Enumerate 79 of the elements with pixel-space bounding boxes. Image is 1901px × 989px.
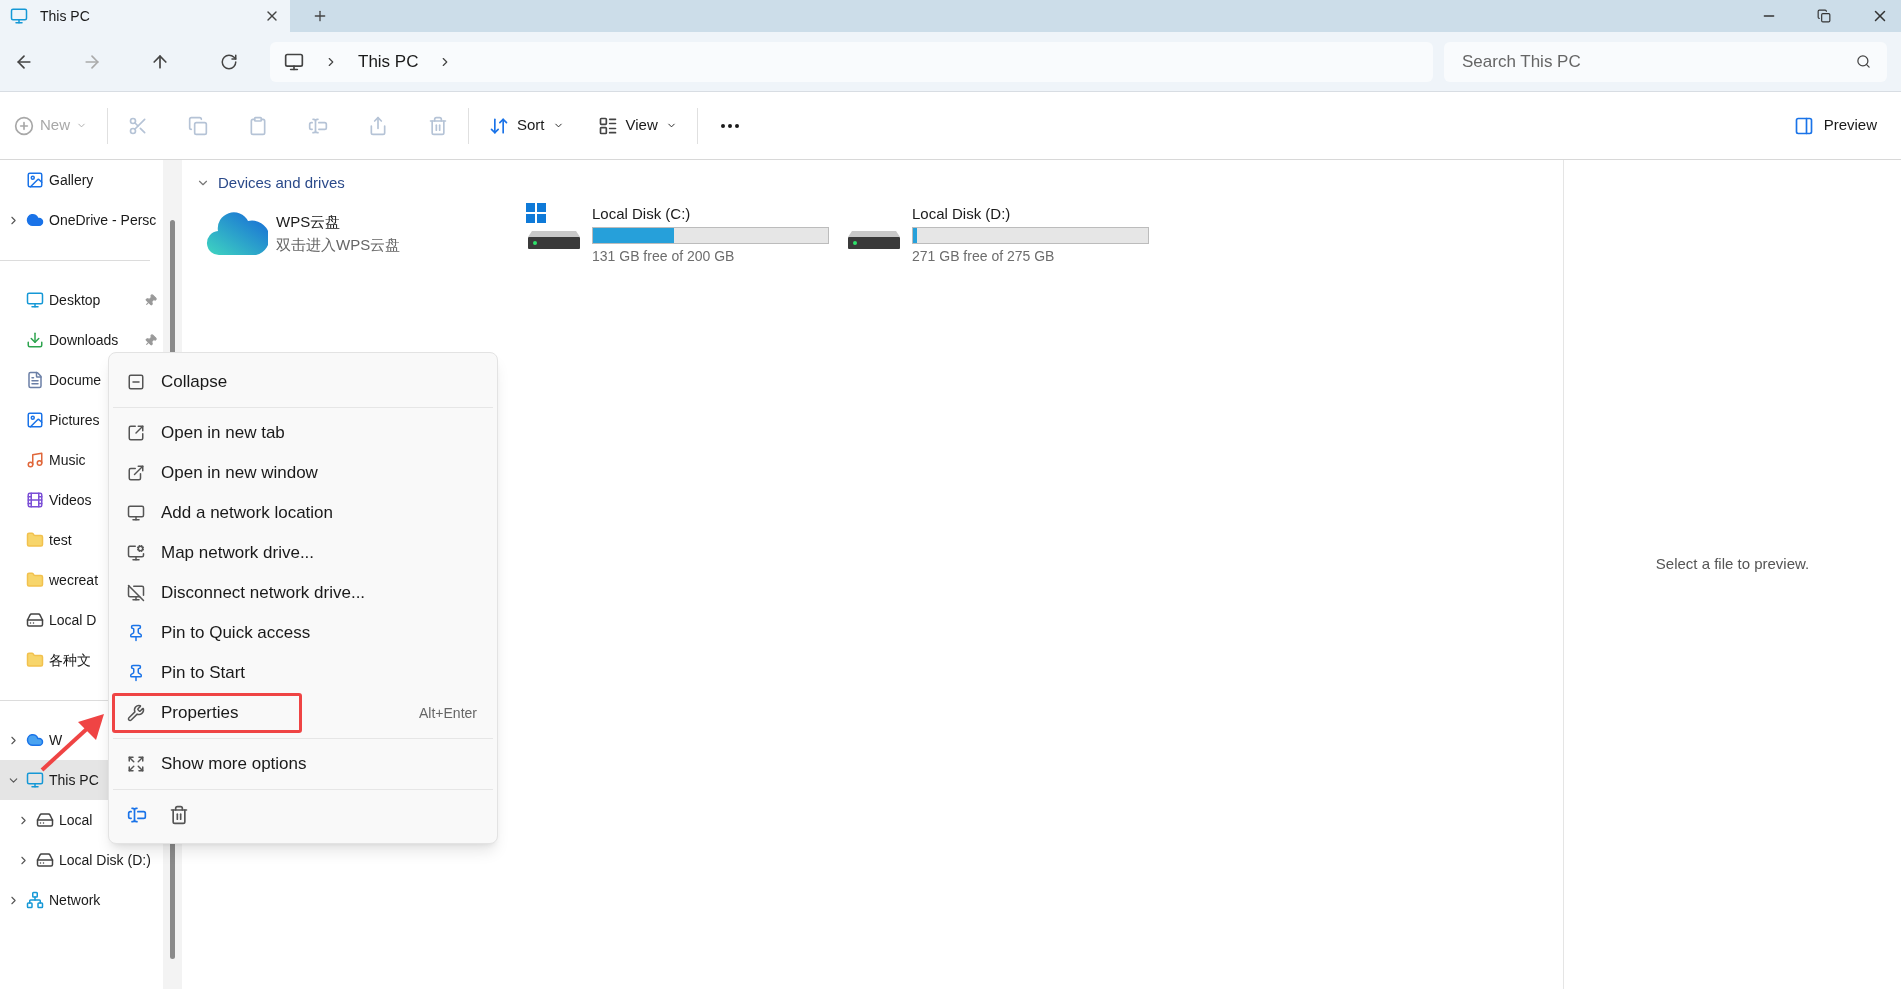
- sidebar-label: OneDrive - Persc: [49, 210, 157, 230]
- plus-icon: [14, 115, 34, 136]
- new-window-icon: [127, 464, 145, 482]
- cloud-logo: [206, 210, 268, 257]
- preview-message: Select a file to preview.: [1655, 554, 1810, 575]
- computer-icon: [26, 771, 44, 789]
- sidebar-item[interactable]: OneDrive - Persc: [0, 200, 163, 240]
- folder-icon: [26, 571, 44, 589]
- computer-icon: [10, 7, 28, 25]
- view-button[interactable]: View: [597, 114, 677, 137]
- tab-title: This PC: [40, 6, 91, 26]
- pin-icon: [127, 664, 145, 682]
- breadcrumb[interactable]: This PC: [358, 48, 419, 75]
- preview-button[interactable]: Preview: [1793, 114, 1877, 137]
- sidebar-item[interactable]: Network: [0, 880, 163, 920]
- sidebar-label: Docume: [49, 370, 102, 390]
- sort-button[interactable]: Sort: [489, 114, 564, 137]
- music-icon: [26, 451, 44, 469]
- drive-icon: [36, 811, 54, 829]
- sidebar-label: Local Disk (D:): [59, 850, 151, 870]
- refresh-icon[interactable]: [220, 52, 238, 71]
- new-tab-icon: [127, 424, 145, 442]
- wrench-icon: [127, 704, 145, 722]
- sidebar-item[interactable]: Desktop: [0, 280, 163, 320]
- sidebar-label: Local: [59, 810, 93, 830]
- sidebar-label: 各种文: [49, 650, 91, 670]
- folder-icon: [26, 531, 44, 549]
- sidebar-item[interactable]: Local: [0, 800, 163, 840]
- drive-subtitle: 双击进入WPS云盘: [276, 234, 401, 255]
- sidebar-label: Downloads: [49, 330, 119, 350]
- sidebar-label: W: [49, 730, 63, 750]
- drive-name: Local Disk (C:): [592, 203, 692, 224]
- drive-icon: [36, 851, 54, 869]
- sidebar-label: Music: [49, 450, 86, 470]
- drive-icon: [846, 228, 902, 251]
- sidebar-item[interactable]: Gallery: [0, 160, 163, 200]
- drive-name: WPS云盘: [276, 212, 342, 233]
- network-icon: [26, 891, 44, 909]
- drive-free: 271 GB free of 275 GB: [912, 247, 1056, 266]
- sidebar-label: Gallery: [49, 170, 94, 190]
- sidebar-label: This PC: [49, 770, 99, 790]
- cloud-icon: [26, 731, 44, 749]
- picture-icon: [26, 411, 44, 429]
- drive-icon: [26, 611, 44, 629]
- sidebar-label: Local D: [49, 610, 97, 630]
- sidebar-label: Network: [49, 890, 101, 910]
- restore-icon[interactable]: [1817, 9, 1831, 23]
- preview-pane-icon: [1793, 115, 1814, 136]
- drive-free: 131 GB free of 200 GB: [592, 247, 736, 266]
- search-field[interactable]: Search This PC: [1444, 41, 1887, 82]
- address-bar[interactable]: This PC: [270, 41, 1433, 82]
- view-icon: [597, 115, 618, 136]
- sidebar-label: Desktop: [49, 290, 101, 310]
- sidebar-label: test: [49, 530, 72, 550]
- desktop-icon: [26, 291, 44, 309]
- drive-icon: [526, 228, 582, 251]
- pin-icon: [127, 624, 145, 642]
- more-options-icon: [127, 755, 145, 773]
- computer-icon: [284, 51, 304, 72]
- delete-icon[interactable]: [169, 804, 189, 825]
- collapse-icon: [127, 373, 145, 391]
- gallery-icon: [26, 171, 44, 189]
- document-icon: [26, 371, 44, 389]
- download-icon: [26, 331, 44, 349]
- sidebar-item[interactable]: Local Disk (D:): [0, 840, 163, 880]
- sidebar-label: wecreat: [49, 570, 99, 590]
- window-tab[interactable]: This PC: [0, 0, 290, 32]
- disconnect-icon: [127, 584, 145, 602]
- section-header[interactable]: Devices and drives: [196, 172, 1563, 195]
- cloud-icon: [26, 211, 44, 229]
- shortcut-label: Alt+Enter: [419, 703, 477, 723]
- new-tab-icon[interactable]: [312, 8, 328, 24]
- folder-icon: [26, 651, 44, 669]
- sidebar-label: Pictures: [49, 410, 100, 430]
- drive-name: Local Disk (D:): [912, 203, 1012, 224]
- search-icon: [1856, 53, 1871, 69]
- sidebar-label: Videos: [49, 490, 92, 510]
- video-icon: [26, 491, 44, 509]
- sidebar-item[interactable]: Downloads: [0, 320, 163, 360]
